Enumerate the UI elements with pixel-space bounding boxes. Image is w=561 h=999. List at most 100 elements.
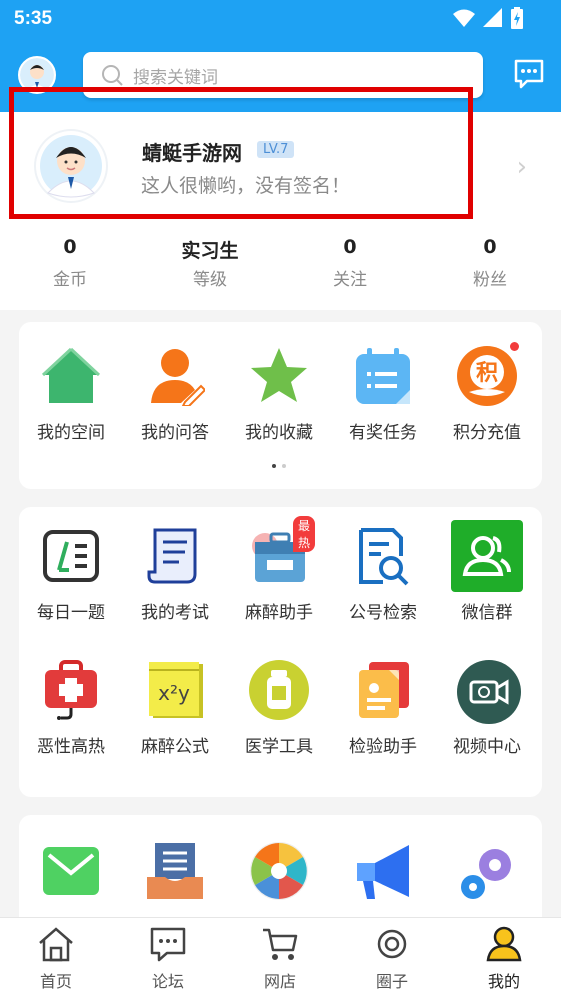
- video-icon: [457, 660, 521, 724]
- medical-kit-icon: [45, 660, 97, 720]
- stat-value: 0: [63, 236, 77, 258]
- menu-label: 微信群: [461, 603, 513, 623]
- menu-lab-assistant[interactable]: 检验助手: [331, 660, 435, 757]
- stat-value: 0: [483, 236, 497, 258]
- my-menu-card: 我的空间 我的问答 我的收藏 有奖任务 积 积分充值: [19, 322, 542, 489]
- inbox-icon: [147, 843, 203, 899]
- mail-icon: [43, 847, 99, 895]
- menu-item-mail[interactable]: [19, 841, 123, 901]
- menu-label: 积分充值: [453, 423, 521, 443]
- status-time: 5:35: [14, 8, 53, 29]
- wechat-group-icon: [451, 520, 523, 592]
- colorful-wheel-icon: [250, 842, 308, 900]
- tab-label: 首页: [39, 972, 72, 991]
- stat-fans[interactable]: 0 粉丝: [440, 236, 540, 290]
- tab-home[interactable]: 首页: [0, 926, 112, 992]
- stat-following[interactable]: 0 关注: [300, 236, 400, 290]
- menu-label: 我的收藏: [245, 423, 313, 443]
- menu-label: 公号检索: [349, 603, 417, 623]
- profile-icon: [486, 926, 522, 962]
- points-icon: 积: [457, 346, 517, 406]
- search-icon: [102, 65, 123, 86]
- menu-label: 医学工具: [245, 737, 313, 757]
- tab-forum[interactable]: 论坛: [112, 926, 224, 992]
- home-icon: [41, 347, 101, 403]
- user-edit-icon: [151, 349, 207, 407]
- settings-gears-icon: [461, 849, 511, 899]
- tab-label: 论坛: [151, 972, 184, 991]
- menu-my-space[interactable]: 我的空间: [19, 346, 123, 443]
- menu-anesthesia-formula[interactable]: x²y 麻醉公式: [123, 660, 227, 757]
- cart-icon: [263, 928, 298, 960]
- doc-search-icon: [359, 528, 409, 586]
- stat-coins[interactable]: 0 金币: [20, 236, 120, 290]
- menu-label: 我的问答: [141, 423, 209, 443]
- signal-icon: [483, 8, 502, 27]
- menu-account-search[interactable]: 公号检索: [331, 526, 435, 623]
- menu-points-recharge[interactable]: 积 积分充值: [435, 342, 539, 443]
- exam-icon: [147, 528, 197, 584]
- menu-label: 检验助手: [349, 737, 417, 757]
- menu-label: 恶性高热: [37, 737, 105, 757]
- menu-reward-tasks[interactable]: 有奖任务: [331, 346, 435, 443]
- bottom-tab-bar: 首页 论坛 网店 圈子 我的: [0, 917, 561, 999]
- menu-wechat-group[interactable]: 微信群: [435, 520, 539, 623]
- status-icons: [453, 7, 523, 29]
- calendar-icon: [356, 348, 410, 404]
- menu-medical-tools[interactable]: 医学工具: [227, 660, 331, 757]
- chevron-right-icon: ›: [516, 152, 527, 182]
- tab-shop[interactable]: 网店: [224, 926, 336, 992]
- stat-value: 实习生: [181, 240, 239, 262]
- stat-label: 等级: [193, 270, 227, 290]
- stats-bar: 0 金币 实习生 等级 0 关注 0 粉丝: [0, 226, 561, 310]
- lab-report-icon: [359, 662, 409, 718]
- menu-item-wheel[interactable]: [227, 841, 331, 901]
- menu-label: 每日一题: [37, 603, 105, 623]
- tab-label: 圈子: [375, 972, 408, 991]
- battery-icon: [511, 7, 523, 29]
- tab-circle[interactable]: 圈子: [336, 926, 448, 992]
- menu-my-exam[interactable]: 我的考试: [123, 526, 227, 623]
- stat-label: 金币: [53, 270, 87, 290]
- star-icon: [251, 348, 307, 402]
- menu-label: 麻醉公式: [141, 737, 209, 757]
- chat-icon: [150, 927, 186, 962]
- menu-label: 我的考试: [141, 603, 209, 623]
- tab-label: 网店: [263, 972, 296, 991]
- circle-icon: [377, 929, 407, 959]
- menu-my-favorites[interactable]: 我的收藏: [227, 346, 331, 443]
- menu-label: 视频中心: [453, 737, 521, 757]
- daily-question-icon: [43, 530, 99, 582]
- menu-item-settings[interactable]: [435, 841, 539, 901]
- highlight-box: [9, 87, 473, 219]
- stat-label: 粉丝: [473, 270, 507, 290]
- menu-item-megaphone[interactable]: [331, 841, 435, 901]
- formula-glyph: x²y: [158, 681, 190, 705]
- stat-label: 关注: [333, 270, 367, 290]
- status-bar: 5:35: [0, 0, 561, 40]
- menu-label: 有奖任务: [349, 423, 417, 443]
- search-placeholder: 搜索关键词: [133, 67, 218, 88]
- menu-daily-question[interactable]: 每日一题: [19, 526, 123, 623]
- menu-malignant-hyperthermia[interactable]: 恶性高热: [19, 660, 123, 757]
- menu-anesthesia-assistant[interactable]: 最热 麻醉助手: [227, 516, 331, 623]
- points-glyph: 积: [476, 361, 498, 386]
- home-outline-icon: [39, 927, 73, 962]
- notification-dot: [510, 342, 519, 351]
- wifi-icon: [453, 9, 475, 27]
- menu-my-qa[interactable]: 我的问答: [123, 346, 227, 443]
- menu-label: 我的空间: [37, 423, 105, 443]
- menu-item-inbox[interactable]: [123, 841, 227, 901]
- tab-label: 我的: [487, 972, 520, 991]
- menu-label: 麻醉助手: [245, 603, 313, 623]
- hot-badge: 最热: [293, 516, 316, 552]
- formula-icon: x²y: [149, 662, 203, 718]
- menu-video-center[interactable]: 视频中心: [435, 660, 539, 757]
- page-indicator: [272, 464, 286, 468]
- message-icon[interactable]: [513, 58, 545, 90]
- megaphone-icon: [357, 845, 409, 899]
- stat-value: 0: [343, 236, 357, 258]
- tab-mine[interactable]: 我的: [448, 926, 560, 992]
- stat-level[interactable]: 实习生 等级: [160, 236, 260, 290]
- medicine-bottle-icon: [249, 660, 309, 720]
